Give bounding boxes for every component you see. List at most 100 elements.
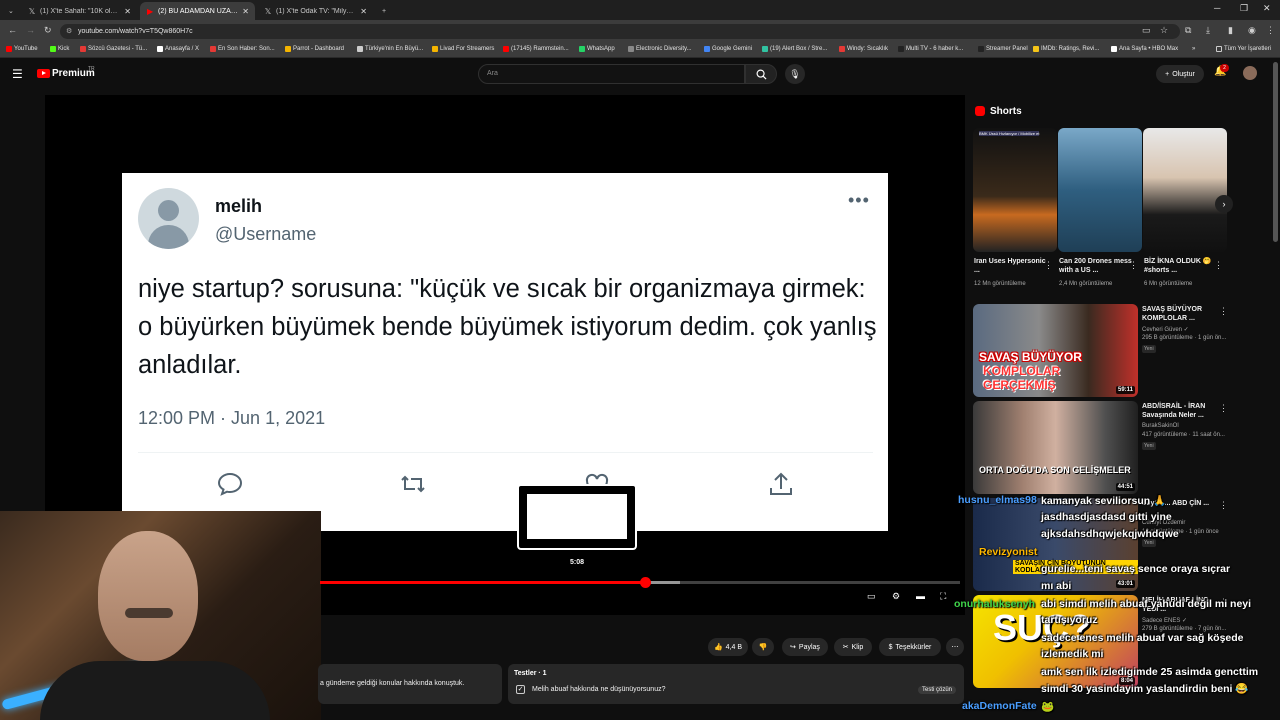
new-tab-button[interactable]: + — [376, 2, 392, 20]
bookmark-item[interactable]: Multi TV - 6 haber k... — [898, 46, 963, 52]
forward-icon[interactable]: → — [26, 25, 35, 35]
minimize-icon[interactable]: ─ — [1214, 3, 1220, 13]
more-vertical-icon[interactable]: ⋮ — [1219, 500, 1228, 511]
seek-preview-thumbnail — [517, 484, 637, 550]
thanks-button[interactable]: $ Teşekkürler — [879, 638, 941, 656]
close-window-icon[interactable]: ✕ — [1263, 3, 1271, 14]
share-arrow-icon: ↪ — [790, 644, 796, 651]
theater-mode-icon[interactable]: ▬ — [916, 591, 925, 601]
quiz-question[interactable]: Melih abuaf hakkında ne düşünüyorsunuz? — [532, 686, 665, 693]
short-thumbnail[interactable] — [1058, 128, 1142, 252]
chat-message: gurelie...teni savaş sence oraya sıçrar — [1041, 563, 1231, 575]
bookmark-item[interactable]: IMDb: Ratings, Revi... — [1033, 46, 1099, 52]
video-channel[interactable]: Sadece ENES ✓ — [1142, 617, 1187, 624]
share-upload-icon — [770, 472, 792, 495]
bookmark-item[interactable]: (19) Alert Box / Stre... — [762, 46, 827, 52]
bookmark-item[interactable]: Electronic Diversity... — [628, 46, 692, 52]
site-info-icon[interactable]: ⚙ — [66, 27, 72, 35]
profile-icon[interactable]: ◉ — [1248, 25, 1256, 36]
new-badge: Yeni — [1142, 345, 1156, 353]
short-title[interactable]: Iran Uses Hypersonic ... — [974, 257, 1052, 275]
chat-message: simdi 30 yasindayim yaslandirdin beni 😂 — [1041, 683, 1249, 695]
youtube-logo-icon[interactable] — [37, 69, 50, 78]
chat-message: 🐸 — [1041, 701, 1055, 713]
video-channel[interactable]: BurakSakinOl — [1142, 423, 1179, 429]
bookmark-item[interactable]: Ana Sayfa • HBO Max — [1111, 46, 1178, 52]
bookmark-item[interactable]: En Son Haber: Son... — [210, 46, 275, 52]
tab-x-odaktv[interactable]: 𝕏 (1) X'te Odak TV: "Milyonlarca (... ✕ — [258, 2, 373, 20]
bookmark-star-icon[interactable]: ☆ — [1160, 25, 1168, 36]
all-bookmarks[interactable]: Tüm Yer İşaretleri — [1216, 46, 1271, 52]
bookmark-item[interactable]: Parrot - Dashboard — [285, 46, 344, 52]
more-actions-button[interactable]: ⋯ — [946, 638, 964, 656]
download-icon[interactable]: ⤓ — [1206, 25, 1210, 36]
maximize-icon[interactable]: ❐ — [1240, 3, 1248, 14]
settings-gear-icon[interactable]: ⚙ — [892, 591, 900, 602]
video-title[interactable]: SAVAŞ BÜYÜYOR KOMPLOLAR ... — [1142, 305, 1218, 323]
bookmark-item[interactable]: WhatsApp — [579, 46, 615, 52]
video-thumbnail[interactable]: ORTA DOĞU'DA SON GELİŞMELER 44:51 — [973, 401, 1138, 494]
search-input[interactable]: Ara — [478, 64, 745, 84]
logo-region: TR — [88, 66, 95, 72]
extensions-icon[interactable]: ⧉ — [1185, 25, 1191, 36]
video-thumbnail[interactable]: SAVAŞ BÜYÜYOR KOMPLOLAR GERÇEKMİŞ 59:11 — [973, 304, 1138, 397]
bookmark-item[interactable]: (17145) Rammstein... — [503, 46, 569, 52]
more-vertical-icon[interactable]: ⋮ — [1044, 260, 1053, 271]
share-button[interactable]: ↪ Paylaş — [782, 638, 828, 656]
dislike-button[interactable]: 👎 — [752, 638, 774, 656]
bookmark-favicon — [432, 46, 438, 52]
close-icon[interactable]: ✕ — [242, 7, 249, 16]
bookmark-item[interactable]: Kick — [50, 46, 69, 52]
bookmark-item[interactable]: Livad For Streamers — [432, 46, 494, 52]
tab-youtube-active[interactable]: ▶ (2) BU ADAMDAN UZAK DURUN ✕ — [140, 2, 255, 20]
subtitles-icon[interactable]: ▭ — [867, 591, 876, 602]
bookmarks-overflow[interactable]: » — [1192, 46, 1195, 52]
bookmark-item[interactable]: Streamer Panel — [978, 46, 1028, 52]
address-bar[interactable]: ⚙ youtube.com/watch?v=T5Qw860H7c — [60, 24, 1180, 39]
hamburger-menu-icon[interactable]: ☰ — [12, 67, 23, 81]
bookmark-item[interactable]: Anasayfa / X — [157, 46, 199, 52]
more-vertical-icon[interactable]: ⋮ — [1219, 403, 1228, 414]
bookmark-label: Electronic Diversity... — [636, 46, 692, 52]
short-title[interactable]: Can 200 Drones mess with a US ... — [1059, 257, 1137, 275]
short-thumbnail[interactable] — [1143, 128, 1227, 252]
shorts-next-arrow-icon[interactable]: › — [1215, 195, 1233, 213]
page-scrollbar[interactable] — [1273, 62, 1278, 242]
more-vertical-icon[interactable]: ⋮ — [1214, 260, 1223, 271]
quiz-solve-button[interactable]: Testi çözün — [918, 686, 957, 694]
like-button[interactable]: 👍 4,4 B — [708, 638, 748, 656]
bookmark-item[interactable]: Türkiye'nin En Büyü... — [357, 46, 423, 52]
bookmark-item[interactable]: YouTube — [6, 46, 38, 52]
checkbox-icon[interactable]: ✓ — [516, 685, 525, 694]
video-meta: 417 görüntüleme · 11 saat ön... — [1142, 432, 1225, 438]
tab-label: (1) X'te Sahafi: "10K olmuşuz. Bu... — [40, 7, 121, 15]
voice-search-button[interactable]: 🎙 — [785, 64, 805, 84]
clip-button[interactable]: ✂ Klip — [834, 638, 872, 656]
quiz-title: Testler · 1 — [514, 670, 547, 677]
close-icon[interactable]: ✕ — [124, 7, 131, 16]
retweet-icon — [401, 475, 425, 493]
close-icon[interactable]: ✕ — [360, 7, 367, 16]
back-icon[interactable]: ← — [8, 25, 17, 35]
user-avatar[interactable] — [1243, 66, 1257, 80]
short-thumbnail[interactable]: BMK Üssü Hızlanıyor / Mobilize et — [973, 128, 1057, 252]
more-vertical-icon[interactable]: ⋮ — [1129, 260, 1138, 271]
tab-search-button[interactable]: ⌄ — [2, 2, 20, 20]
menu-dots-icon[interactable]: ⋮ — [1266, 25, 1275, 36]
search-button[interactable] — [745, 64, 777, 84]
sidebar-icon[interactable]: ▮ — [1228, 25, 1233, 36]
more-vertical-icon[interactable]: ⋮ — [1219, 306, 1228, 317]
install-icon[interactable]: ▭ — [1142, 25, 1151, 36]
quiz-title-text: Testler — [514, 670, 537, 677]
create-button[interactable]: + Oluştur — [1156, 65, 1204, 83]
description-text: a gündeme geldiği konular hakkında konuş… — [320, 680, 465, 687]
reload-icon[interactable]: ↻ — [44, 25, 52, 36]
tab-x-sahafi[interactable]: 𝕏 (1) X'te Sahafi: "10K olmuşuz. Bu... ✕ — [22, 2, 137, 20]
bookmark-item[interactable]: Google Gemini — [704, 46, 752, 52]
bookmark-item[interactable]: Sözcü Gazetesi - Tü... — [80, 46, 147, 52]
fullscreen-icon[interactable]: ⛶ — [940, 591, 946, 602]
video-title[interactable]: ABD/İSRAİL - İRAN Savaşında Neler ... — [1142, 402, 1218, 420]
short-title[interactable]: BİZ İKNA OLDUK 🤭 #shorts ... — [1144, 257, 1222, 275]
bookmark-item[interactable]: Windy: Sıcaklık — [839, 46, 888, 52]
video-channel[interactable]: Cevheri Güven ✓ — [1142, 326, 1189, 333]
